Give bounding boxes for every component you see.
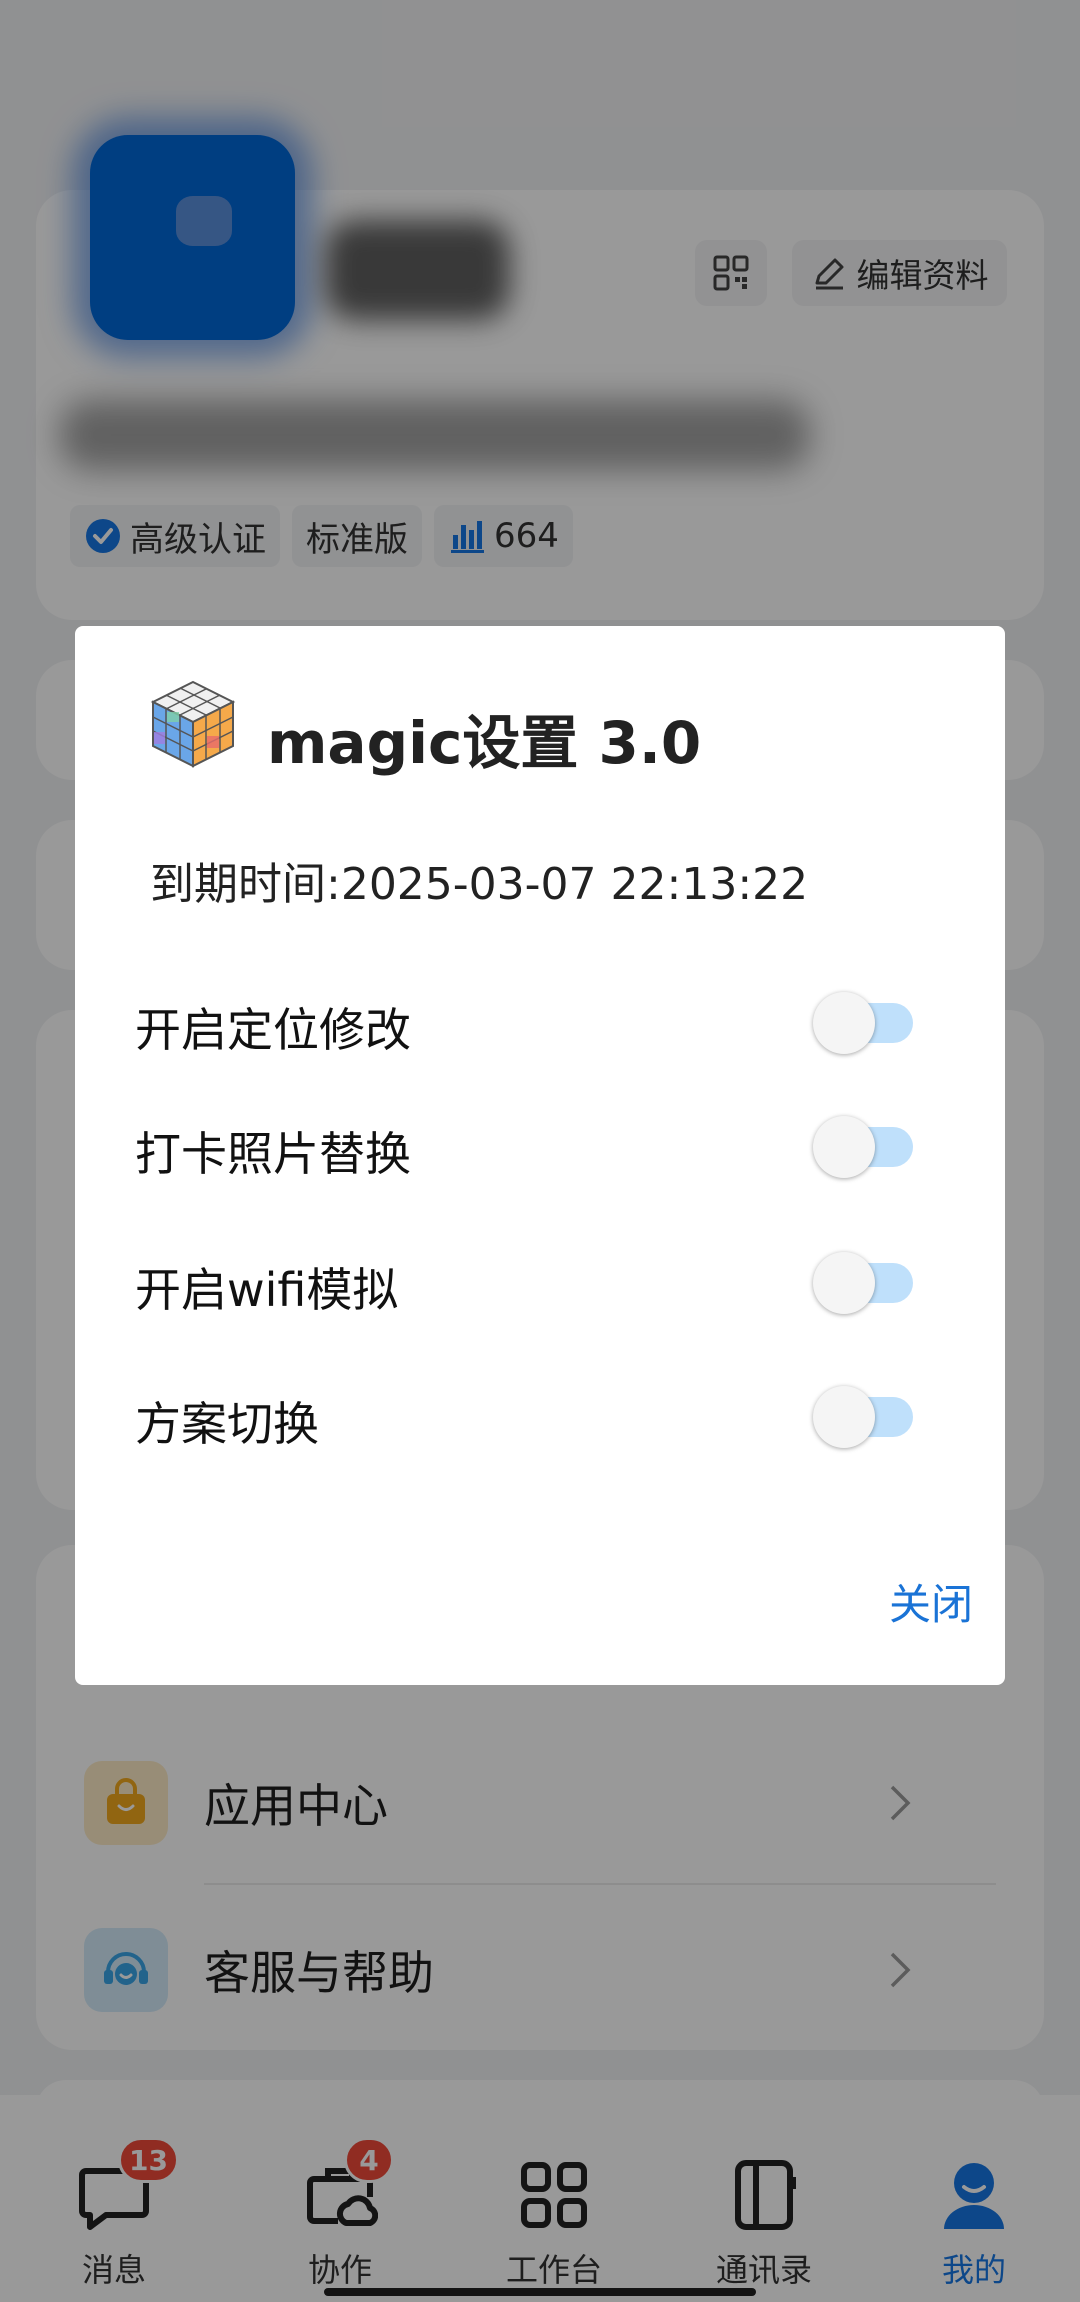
- plan-switch-toggle[interactable]: [813, 1383, 913, 1448]
- settings-dialog: magic设置 3.0 到期时间:2025-03-07 22:13:22 开启定…: [75, 626, 1005, 1685]
- toggle-knob: [813, 1116, 875, 1178]
- close-button[interactable]: 关闭: [823, 1566, 973, 1636]
- toggle-knob: [813, 992, 875, 1054]
- toggle-knob: [813, 1386, 875, 1448]
- wifi-simulation-toggle[interactable]: [813, 1249, 913, 1314]
- photo-replace-toggle[interactable]: [813, 1113, 913, 1178]
- toggle-knob: [813, 1252, 875, 1314]
- location-modify-toggle[interactable]: [813, 989, 913, 1054]
- rubiks-cube-icon: [150, 680, 236, 768]
- toggle-label-photo: 打卡照片替换: [135, 1127, 411, 1181]
- expiry-time: 到期时间:2025-03-07 22:13:22: [150, 859, 809, 910]
- dialog-title: magic设置 3.0: [267, 709, 702, 777]
- toggle-label-plan: 方案切换: [135, 1397, 319, 1451]
- toggle-label-location: 开启定位修改: [135, 1003, 411, 1057]
- toggle-label-wifi: 开启wifi模拟: [135, 1263, 399, 1317]
